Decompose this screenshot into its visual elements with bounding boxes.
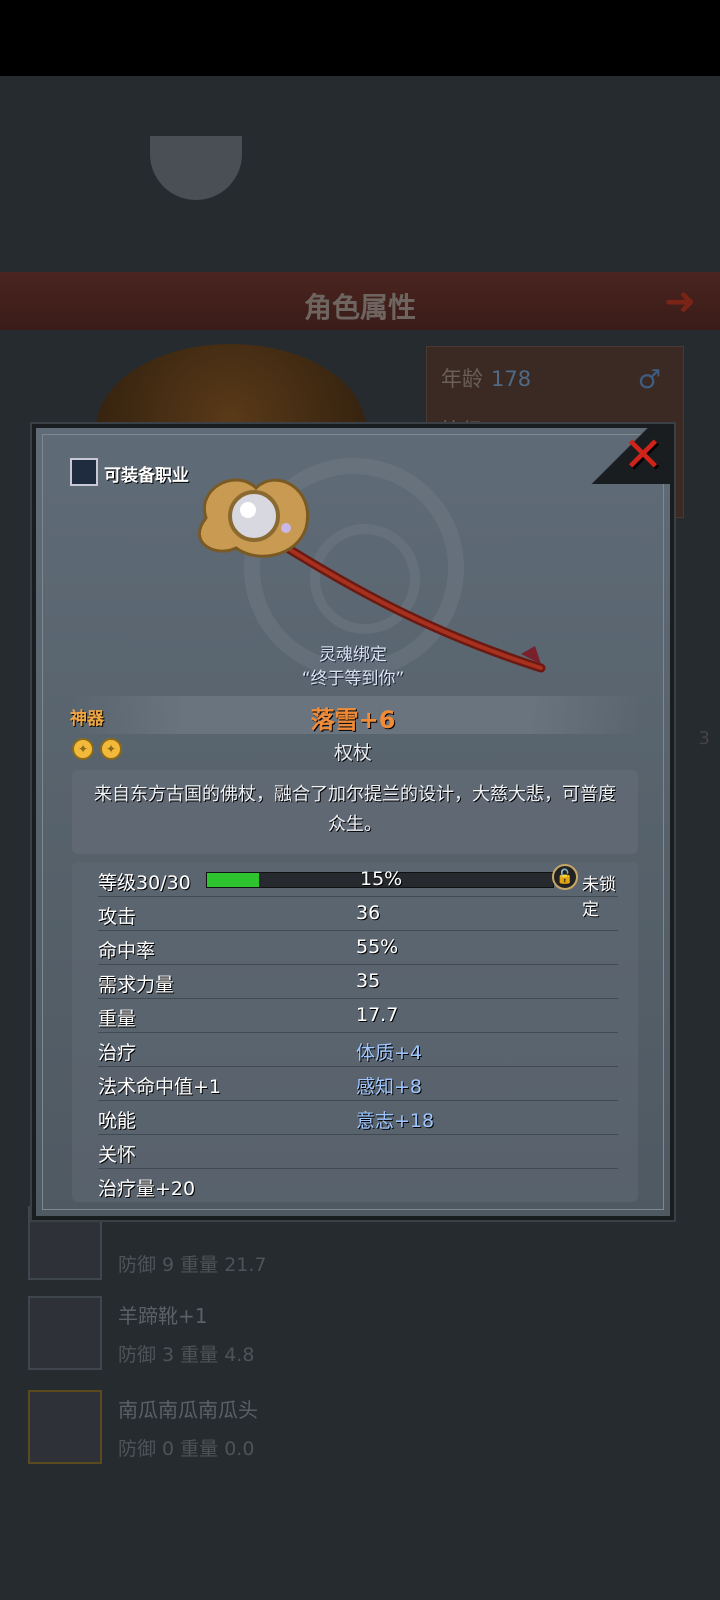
stat-label: 法术命中值+1 <box>98 1076 222 1098</box>
boots-icon <box>28 1296 102 1370</box>
stat-value: 体质+4 <box>356 1042 423 1064</box>
level-percent: 15% <box>360 868 403 890</box>
stat-age: 年龄 178 <box>441 367 532 391</box>
stat-value: 17.7 <box>356 1004 399 1026</box>
equipment-item[interactable]: 羊蹄靴+1 防御 3 重量 4.8 <box>28 1296 688 1376</box>
description-box: 来自东方古国的佛杖，融合了加尔提兰的设计，大慈大悲，可普度众生。 <box>72 770 638 854</box>
stat-row: 需求力量 35 <box>98 964 618 999</box>
male-icon: ♂ <box>637 365 661 395</box>
stat-value: 35 <box>356 970 381 992</box>
item-stat: 防御 9 重量 21.7 <box>118 1254 267 1276</box>
stat-label: 关怀 <box>98 1144 137 1166</box>
stat-value: 36 <box>356 902 381 924</box>
stat-row: 攻击 36 <box>98 896 618 931</box>
stat-label: 治疗 <box>98 1042 137 1064</box>
stat-row: 治疗量+20 <box>98 1168 618 1202</box>
item-name: 南瓜南瓜南瓜头 <box>118 1398 258 1422</box>
stat-value: 意志+18 <box>356 1110 435 1132</box>
stat-label: 吮能 <box>98 1110 137 1132</box>
stat-row: 治疗 体质+4 <box>98 1032 618 1067</box>
level-label: 等级30/30 <box>98 872 191 894</box>
item-title: 落雪+6 <box>310 706 396 734</box>
equipment-item[interactable]: 南瓜南瓜南瓜头 防御 0 重量 0.0 <box>28 1390 688 1470</box>
level-row: 等级30/30 15% 🔓 未锁定 <box>98 862 618 920</box>
stat-label: 需求力量 <box>98 974 175 996</box>
stat-label: 治疗量+20 <box>98 1178 196 1200</box>
stat-label: 重量 <box>98 1008 137 1030</box>
item-type: 权杖 <box>333 742 372 764</box>
item-stat: 防御 3 重量 4.8 <box>118 1344 255 1366</box>
item-detail-modal: ✕ 可装备职业 灵魂绑定 “终于等到你” 神器 落雪+6 ✦ ✦ 权杖 来自东方古… <box>32 424 674 1220</box>
header-title: 角色属性 <box>303 291 416 324</box>
stat-row: 重量 17.7 <box>98 998 618 1033</box>
stat-row: 法术命中值+1 感知+8 <box>98 1066 618 1101</box>
stat-row: 命中率 55% <box>98 930 618 965</box>
item-name: 羊蹄靴+1 <box>118 1304 208 1328</box>
unlock-icon[interactable]: 🔓 <box>552 864 578 890</box>
header-bar: 角色属性 ➜ <box>0 272 720 330</box>
stat-row: 吮能 意志+18 <box>98 1100 618 1135</box>
back-arrow-icon[interactable]: ➜ <box>654 282 706 320</box>
level-progress-fill <box>207 873 259 887</box>
job-class-icon[interactable] <box>70 458 98 486</box>
status-bar <box>0 0 720 76</box>
stat-label: 命中率 <box>98 940 156 962</box>
soulbound-label: 灵魂绑定 <box>319 645 387 665</box>
item-stat: 防御 0 重量 0.0 <box>118 1438 255 1460</box>
stat-value: 感知+8 <box>356 1076 423 1098</box>
side-number: 3 <box>698 728 710 749</box>
item-description: 来自东方古国的佛杖，融合了加尔提兰的设计，大慈大悲，可普度众生。 <box>94 784 616 835</box>
item-quote: “终于等到你” <box>301 669 405 689</box>
close-icon[interactable]: ✕ <box>620 430 666 480</box>
stat-label: 攻击 <box>98 906 137 928</box>
stat-value: 55% <box>356 936 399 958</box>
scroll-down-button[interactable] <box>150 136 242 200</box>
stat-row: 关怀 <box>98 1134 618 1169</box>
stats-table: 等级30/30 15% 🔓 未锁定 攻击 36 命中率 55% 需求力量 35 … <box>72 862 638 1202</box>
pumpkin-helmet-icon <box>28 1390 102 1464</box>
